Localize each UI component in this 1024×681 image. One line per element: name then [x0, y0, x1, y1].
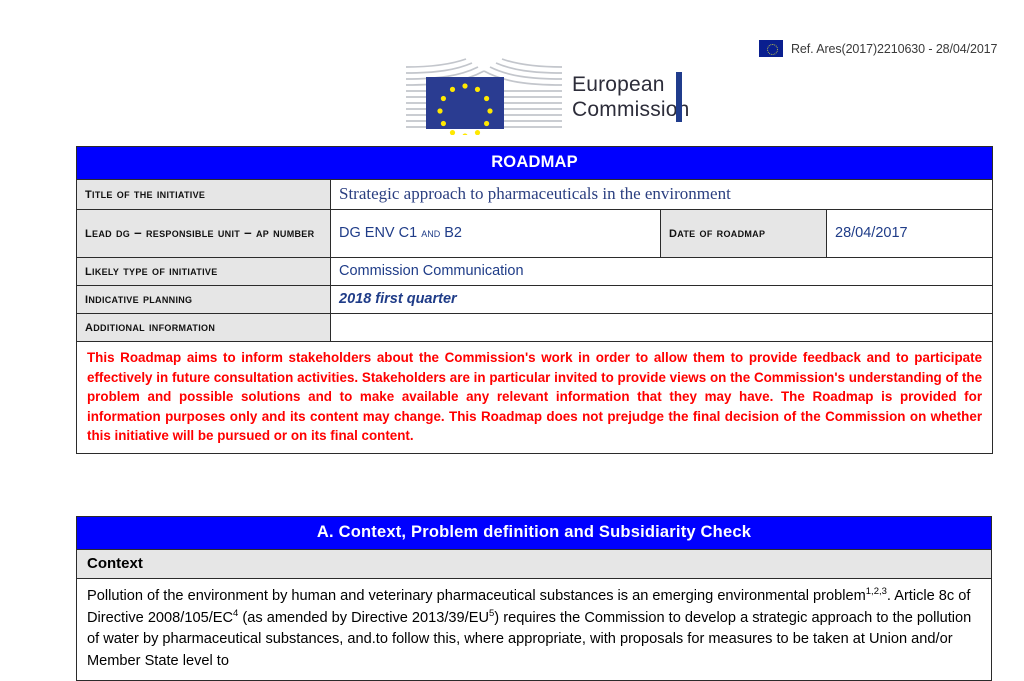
value-additional-information	[329, 313, 994, 342]
value-lead-dg-pre: DG ENV C1	[339, 225, 422, 241]
value-lead-dg-and: and	[421, 225, 441, 240]
ares-registration-stamp: Ref. Ares(2017)2210630 - 28/04/2017	[759, 40, 997, 57]
label-additional-information: Additional Information	[76, 313, 331, 342]
logo-wordmark-line1: European	[572, 73, 665, 96]
logo-accent-bar	[676, 72, 682, 122]
ares-reference-text: Ref. Ares(2017)2210630 - 28/04/2017	[791, 41, 998, 56]
context-part-3: (as amended by Directive 2013/39/EU	[238, 609, 489, 626]
label-title-of-initiative: Title of the initiative	[76, 179, 331, 210]
table-row-context-body: Pollution of the environment by human an…	[76, 578, 992, 681]
context-paragraph: Pollution of the environment by human an…	[76, 578, 992, 681]
eu-flag-icon	[759, 40, 783, 57]
table-row-title: Title of the initiative Strategic approa…	[76, 179, 994, 210]
logo-wordmark: European Commission	[572, 72, 690, 122]
value-lead-dg: DG ENV C1 and B2	[330, 209, 661, 258]
european-commission-logo: European Commission	[404, 55, 694, 135]
table-row-lead-dg: Lead DG – responsible unit – AP Number D…	[76, 209, 994, 258]
label-indicative-planning: Indicative Planning	[76, 285, 331, 314]
label-lead-dg: Lead DG – responsible unit – AP Number	[76, 209, 331, 258]
section-a-table: A. Context, Problem definition and Subsi…	[76, 516, 992, 681]
table-row-indicative-planning: Indicative Planning 2018 first quarter	[76, 285, 994, 314]
value-lead-dg-post: B2	[440, 225, 462, 241]
section-a-banner: A. Context, Problem definition and Subsi…	[76, 516, 992, 550]
roadmap-banner: ROADMAP	[75, 146, 994, 180]
value-title-of-initiative: Strategic approach to pharmaceuticals in…	[329, 179, 994, 210]
context-subheading: Context	[76, 549, 992, 579]
value-likely-type: Commission Communication	[329, 257, 994, 286]
logo-wordmark-line2: Commission	[572, 98, 690, 121]
table-row-section-a-banner: A. Context, Problem definition and Subsi…	[76, 516, 992, 550]
roadmap-table: ROADMAP Title of the initiative Strategi…	[75, 146, 994, 454]
table-row-additional-information: Additional Information	[76, 313, 994, 342]
table-row-likely-type: Likely Type of initiative Commission Com…	[76, 257, 994, 286]
table-row-disclaimer: This Roadmap aims to inform stakeholders…	[75, 341, 994, 454]
table-row-banner: ROADMAP	[75, 146, 994, 180]
roadmap-disclaimer: This Roadmap aims to inform stakeholders…	[75, 341, 994, 454]
label-date-of-roadmap: Date of roadmap	[660, 209, 827, 258]
label-likely-type: Likely Type of initiative	[76, 257, 331, 286]
footnote-ref-1-2-3: 1,2,3	[865, 586, 887, 598]
value-indicative-planning: 2018 first quarter	[329, 285, 994, 314]
table-row-context-subhead: Context	[76, 549, 992, 579]
value-date-of-roadmap: 28/04/2017	[825, 209, 994, 258]
context-part-1: Pollution of the environment by human an…	[87, 588, 866, 604]
